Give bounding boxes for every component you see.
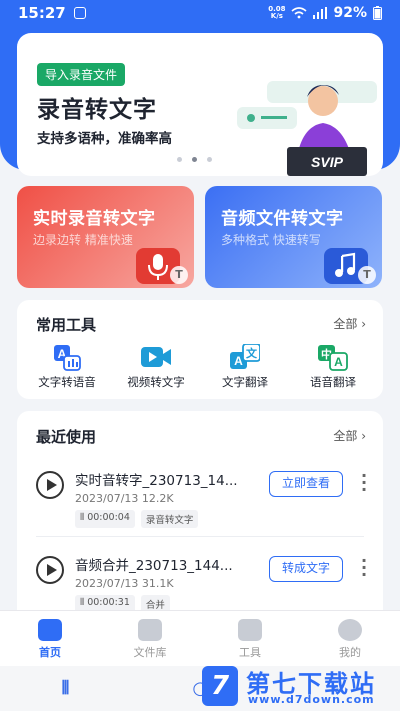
tool-voice-translate[interactable]: 中A 语音翻译 [293, 344, 373, 390]
recent-more-link[interactable]: 全部 › [333, 427, 366, 444]
carousel-dot[interactable] [207, 157, 212, 162]
play-icon[interactable] [36, 471, 64, 499]
tab-home[interactable]: 首页 [0, 611, 100, 666]
music-file-icon: T [324, 248, 376, 284]
tab-label: 工具 [239, 646, 261, 659]
feature-title: 实时录音转文字 [33, 209, 156, 229]
recent-item-name: 实时音转字_230713_14... [75, 473, 238, 489]
banner-title: 录音转文字 [37, 97, 157, 123]
svip-badge: SVIP [311, 154, 344, 170]
carousel-indicator[interactable] [177, 157, 212, 162]
duration-value: 00:00:04 [87, 512, 130, 523]
status-bar: 15:27 0.08 K/s 92% [0, 0, 400, 26]
translate-icon: A文 [230, 343, 261, 371]
carousel-dot[interactable] [177, 157, 182, 162]
watermark: 7 第七下载站 www.d7down.com [202, 664, 392, 709]
status-time: 15:27 [18, 4, 66, 22]
recent-more-label: 全部 [333, 429, 358, 443]
svg-text:A: A [334, 355, 343, 369]
tool-label: 文字翻译 [222, 375, 268, 389]
tab-file-library[interactable]: 文件库 [100, 611, 200, 666]
import-recording-tag[interactable]: 导入录音文件 [37, 63, 126, 86]
tab-label: 我的 [339, 646, 361, 659]
bottom-tab-bar: 首页 文件库 工具 我的 [0, 610, 400, 666]
voice-translate-icon: 中A [318, 344, 348, 371]
home-icon [38, 619, 62, 641]
watermark-logo: 7 [202, 666, 238, 706]
recent-item-tags: ⦀ 00:00:04 录音转文字 [75, 510, 199, 528]
battery-level: 92% [333, 5, 367, 21]
feature-subtitle: 边录边转 精准快速 [33, 233, 133, 247]
notification-icon [73, 7, 86, 19]
feature-title: 音频文件转文字 [221, 209, 344, 229]
tool-text-translate[interactable]: A文 文字翻译 [205, 343, 285, 390]
duration-badge: ⦀ 00:00:04 [75, 510, 135, 528]
tool-text-to-speech[interactable]: A 文字转语音 [27, 344, 107, 390]
tab-label: 首页 [39, 646, 61, 659]
net-speed: 0.08 K/s [268, 6, 285, 20]
recent-title: 最近使用 [36, 428, 97, 446]
tools-more-link[interactable]: 全部 › [333, 315, 366, 332]
video-icon [141, 344, 171, 371]
recent-item-meta: 2023/07/13 12.2K [75, 492, 174, 505]
toolbox-icon [238, 619, 262, 641]
realtime-recording-card[interactable]: 实时录音转文字 边录边转 精准快速 T [17, 186, 194, 288]
text-badge-icon: T [358, 266, 376, 284]
carousel-dot-active[interactable] [192, 157, 197, 162]
more-options-icon[interactable]: · · · [359, 553, 369, 583]
duration-value: 00:00:31 [87, 597, 130, 608]
recent-item[interactable]: 实时音转字_230713_14... 2023/07/13 12.2K ⦀ 00… [17, 464, 383, 536]
svg-text:文: 文 [246, 346, 258, 360]
convert-to-text-button[interactable]: 转成文字 [269, 556, 343, 582]
mic-icon: T [136, 248, 188, 284]
more-options-icon[interactable]: · · · [359, 468, 369, 498]
tool-video-to-text[interactable]: 视频转文字 [116, 344, 196, 390]
recent-item-name: 音频合并_230713_144... [75, 558, 233, 574]
text-to-speech-icon: A [52, 344, 82, 371]
wifi-icon [291, 7, 308, 19]
tab-profile[interactable]: 我的 [300, 611, 400, 666]
svg-text:A: A [234, 354, 243, 368]
audio-file-card[interactable]: 音频文件转文字 多种格式 快速转写 T [205, 186, 382, 288]
file-library-icon [138, 619, 162, 641]
type-badge: 录音转文字 [140, 510, 199, 528]
tool-label: 文字转语音 [38, 375, 96, 389]
svip-illustration: SVIP [237, 81, 377, 176]
tool-label: 语音翻译 [310, 375, 356, 389]
tab-label: 文件库 [133, 646, 167, 659]
net-speed-unit: K/s [270, 12, 283, 20]
recent-apps-icon[interactable]: ⦀ [61, 678, 69, 699]
text-badge-icon: T [170, 266, 188, 284]
banner-subtitle: 支持多语种，准确率高 [37, 131, 172, 147]
battery-icon [373, 6, 382, 20]
tool-label: 视频转文字 [127, 375, 185, 389]
view-now-button[interactable]: 立即查看 [269, 471, 343, 497]
recent-item-meta: 2023/07/13 31.1K [75, 577, 174, 590]
profile-icon [338, 619, 362, 641]
divider [36, 536, 364, 537]
feature-subtitle: 多种格式 快速转写 [221, 233, 321, 247]
promo-banner[interactable]: 导入录音文件 录音转文字 支持多语种，准确率高 SVIP [17, 33, 383, 176]
play-icon[interactable] [36, 556, 64, 584]
status-right: 0.08 K/s 92% [268, 5, 382, 21]
tools-title: 常用工具 [36, 316, 97, 334]
tools-more-label: 全部 [333, 317, 358, 331]
watermark-url: www.d7down.com [248, 693, 375, 706]
tab-tools[interactable]: 工具 [200, 611, 300, 666]
signal-icon [313, 7, 328, 19]
common-tools-section: 常用工具 全部 › A 文字转语音 视频转文字 A文 文字翻译 中A 语音翻译 [17, 300, 383, 399]
